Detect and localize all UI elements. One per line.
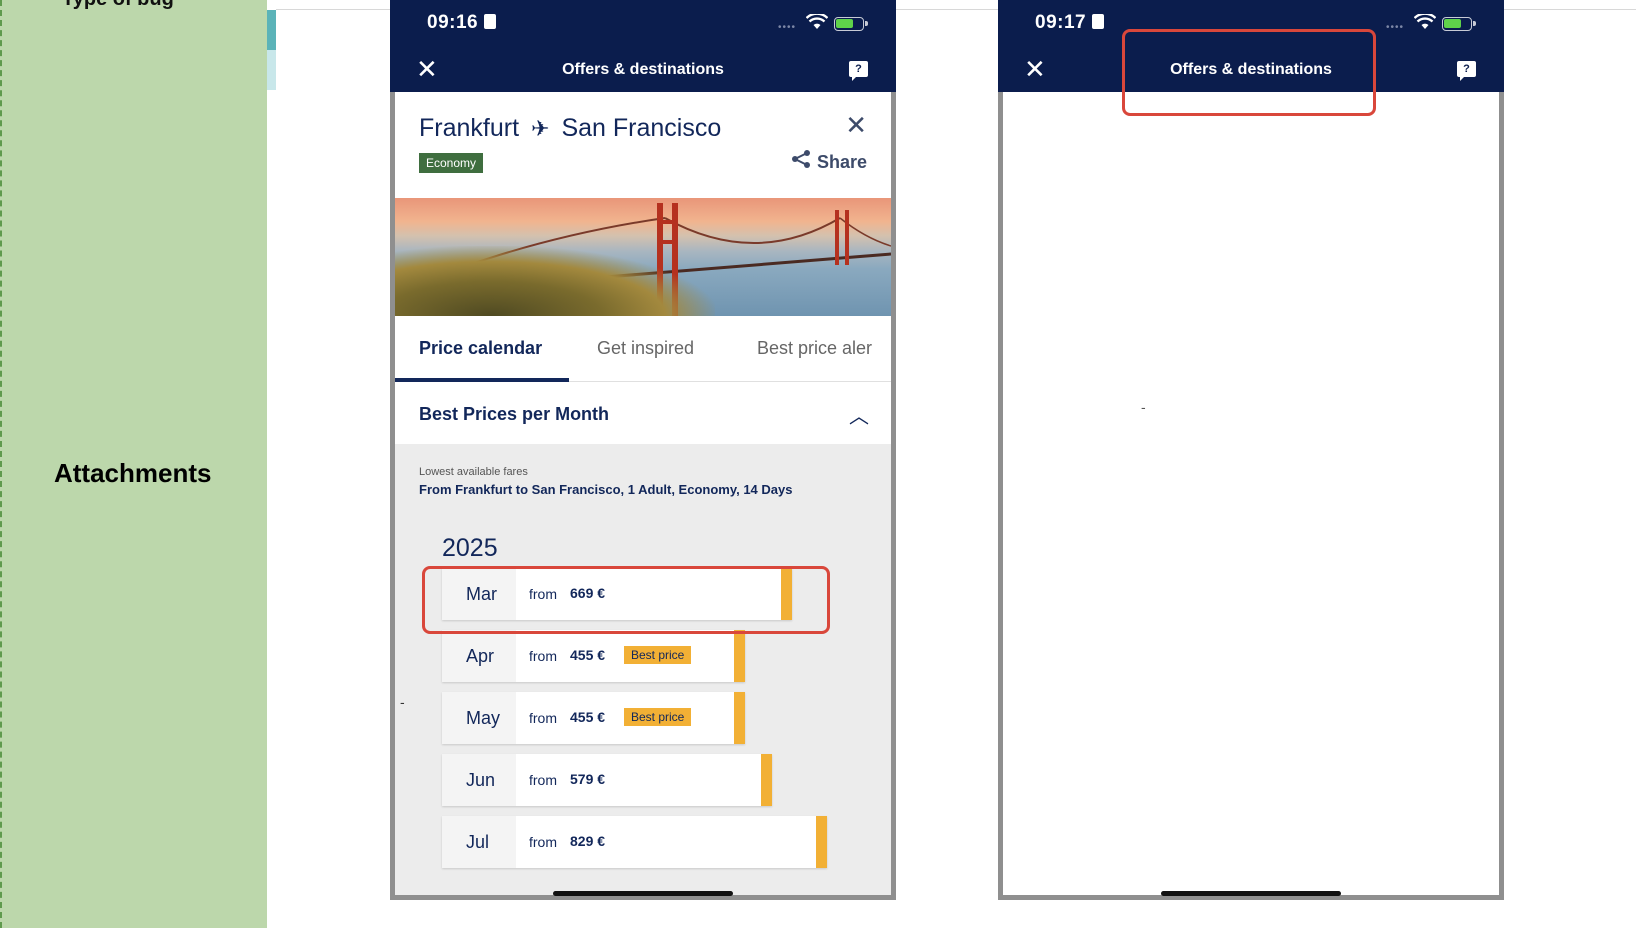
wifi-icon — [806, 14, 828, 29]
share-icon — [791, 150, 810, 168]
from-label: from — [529, 710, 557, 726]
month-row-apr[interactable]: Apr from 455 € Best price — [442, 630, 745, 682]
signal-icon: •••• — [1385, 22, 1404, 33]
year-label: 2025 — [442, 534, 498, 562]
highlight-app-bar-title — [1122, 29, 1376, 116]
home-indicator — [1161, 891, 1341, 896]
price-bar — [734, 630, 745, 682]
price-bar — [816, 816, 827, 868]
price-bar — [761, 754, 772, 806]
left-panel: Type of bug Attachments — [0, 0, 267, 928]
chevron-up-icon[interactable]: ︿ — [849, 400, 869, 429]
status-bar: 09:16 •••• — [390, 0, 896, 48]
month-price: 455 € — [570, 709, 606, 725]
feedback-icon[interactable]: ? — [849, 61, 868, 81]
airplane-icon: ✈ — [531, 116, 550, 141]
section-title: Best Prices per Month — [419, 404, 610, 424]
month-row-jul[interactable]: Jul from 829 € — [442, 816, 827, 868]
teal-strip-light — [267, 50, 276, 90]
month-price: 579 € — [570, 771, 606, 787]
screenshot-1: 09:16 •••• ✕ Offers & destinations ? Fra… — [390, 0, 896, 900]
feedback-icon[interactable]: ? — [1457, 61, 1476, 81]
origin-city: Frankfurt — [419, 114, 520, 142]
sim-icon — [1092, 14, 1105, 29]
dash-mark: - — [1141, 399, 1146, 415]
from-label: from — [529, 834, 557, 850]
foreground-shrubs — [395, 246, 715, 316]
status-time: 09:16 — [427, 12, 479, 33]
month-name: Jul — [442, 816, 516, 868]
fares-description: From Frankfurt to San Francisco, 1 Adult… — [419, 482, 793, 497]
destination-city: San Francisco — [561, 114, 722, 142]
highlight-mar-row — [422, 566, 830, 634]
sim-icon — [484, 14, 497, 29]
signal-icon: •••• — [777, 22, 796, 33]
battery-icon — [834, 17, 868, 31]
cabin-badge: Economy — [419, 153, 484, 173]
from-label: from — [529, 772, 557, 788]
month-price: 829 € — [570, 833, 606, 849]
page: Type of bug Attachments 09:16 •••• ✕ Off… — [0, 0, 1636, 928]
best-prices-section-header[interactable]: Best Prices per Month ︿ — [395, 382, 891, 444]
offer-content: Frankfurt ✈ San Francisco ✕ Economy Share — [390, 92, 896, 900]
app-bar: ✕ Offers & destinations ? — [390, 48, 896, 92]
route-header: Frankfurt ✈ San Francisco ✕ Economy Share — [395, 92, 891, 198]
home-indicator — [553, 891, 733, 896]
price-bar — [734, 692, 745, 744]
dash-mark: - — [400, 694, 405, 710]
month-name: Jun — [442, 754, 516, 806]
screenshot-2: 09:17 •••• ✕ Offers & destinations ? - — [998, 0, 1504, 900]
best-price-badge: Best price — [624, 708, 692, 726]
app-bar-title: Offers & destinations — [562, 61, 724, 78]
best-price-badge: Best price — [624, 646, 692, 664]
tab-bar: Price calendar Get inspired Best price a… — [395, 316, 891, 382]
month-price: 455 € — [570, 647, 606, 663]
type-of-bug-label: Type of bug — [62, 0, 174, 11]
attachments-label: Attachments — [54, 458, 212, 488]
from-label: from — [529, 648, 557, 664]
fares-subtitle: Lowest available fares — [419, 466, 528, 478]
tab-best-price-alert[interactable]: Best price aler — [757, 338, 872, 359]
fares-panel: Lowest available fares From Frankfurt to… — [395, 444, 891, 895]
blank-content: - — [998, 92, 1504, 900]
status-time: 09:17 — [1035, 12, 1087, 33]
battery-icon — [1442, 17, 1476, 31]
tab-get-inspired[interactable]: Get inspired — [597, 338, 694, 359]
month-name: Apr — [442, 630, 516, 682]
month-row-may[interactable]: May from 455 € Best price — [442, 692, 745, 744]
share-button[interactable]: Share — [791, 150, 867, 173]
share-label: Share — [816, 152, 867, 172]
month-row-jun[interactable]: Jun from 579 € — [442, 754, 772, 806]
tab-price-calendar[interactable]: Price calendar — [419, 338, 542, 359]
close-offer-button[interactable]: ✕ — [845, 110, 867, 141]
month-name: May — [442, 692, 516, 744]
wifi-icon — [1414, 14, 1436, 29]
destination-image — [395, 198, 891, 316]
